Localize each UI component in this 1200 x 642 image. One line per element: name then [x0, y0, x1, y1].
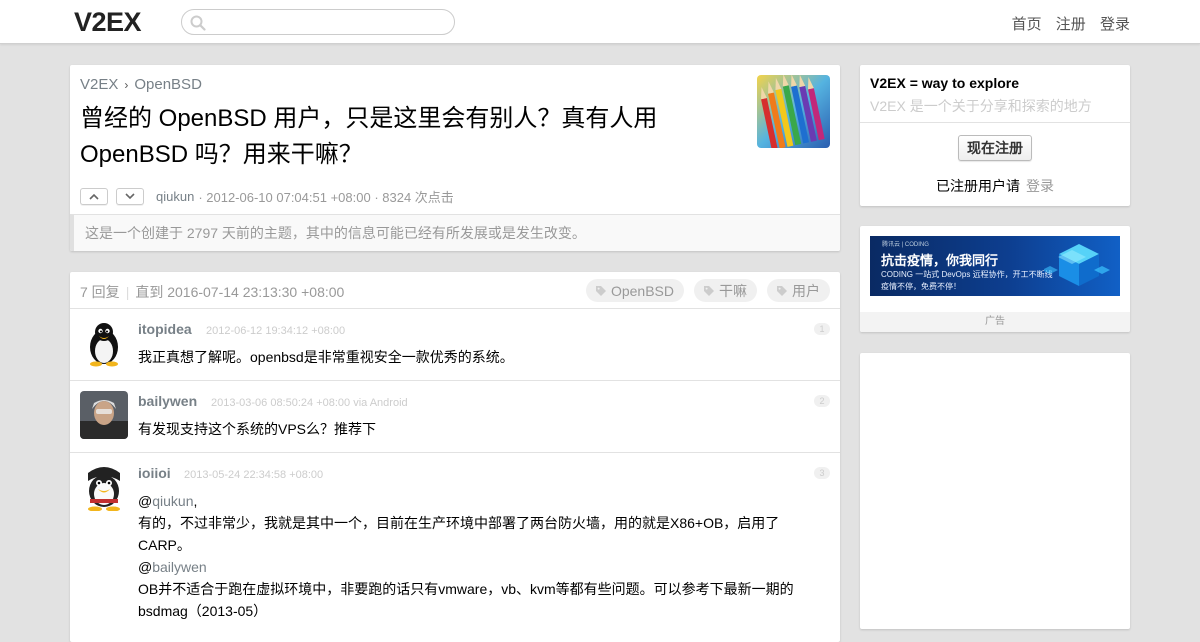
avatar[interactable] [80, 391, 128, 439]
replies-summary: 7 回复 | 直到 2016-07-14 23:13:30 +08:00 [80, 282, 344, 302]
topic-title: 曾经的 OpenBSD 用户，只是这里会有别人？真有人用 OpenBSD 吗？用… [80, 105, 658, 168]
tag-openbsd[interactable]: OpenBSD [585, 279, 684, 302]
welcome-box: V2EX = way to explore V2EX 是一个关于分享和探索的地方… [860, 65, 1130, 206]
ad-headline: 抗击疫情，你我同行 [881, 253, 999, 268]
replies-box: 7 回复 | 直到 2016-07-14 23:13:30 +08:00 OpenB… [70, 272, 840, 642]
colored-pencils-image [757, 75, 830, 148]
login-prompt: 已注册用户请 登录 [860, 176, 1130, 196]
divider: | [125, 284, 130, 300]
tag-label: 用户 [792, 282, 820, 299]
top-bar: V2EX 首页 注册 登录 [0, 0, 1200, 44]
breadcrumb: V2EX › OpenBSD [80, 76, 202, 93]
tag-label: OpenBSD [610, 282, 674, 299]
reply-content: 有发现支持这个系统的VPS么？推荐下 [138, 421, 377, 437]
tag-yonghu[interactable]: 用户 [767, 279, 830, 302]
upvote-button[interactable] [80, 187, 108, 205]
reply-time: 2013-05-24 22:34:58 +08:00 [184, 469, 324, 481]
breadcrumb-separator: › [124, 78, 129, 92]
reply-line: bsdmag（2013-05） [138, 603, 268, 619]
tag-label: 干嘛 [719, 282, 747, 299]
replies-header: 7 回复 | 直到 2016-07-14 23:13:30 +08:00 OpenB… [70, 272, 840, 309]
breadcrumb-node-link[interactable]: OpenBSD [134, 76, 202, 93]
chevron-up-icon [89, 193, 99, 200]
reply-number: 3 [814, 467, 830, 479]
reply-content: @qiukun, 有的，不过非常少，我就是其中一个，目前在生产环境中部署了两台防… [138, 490, 818, 622]
reply-time: 2013-03-06 08:50:24 +08:00 via Android [211, 397, 408, 409]
reply-author-link[interactable]: bailywen [138, 393, 197, 409]
avatar[interactable] [80, 463, 128, 511]
ad-banner[interactable]: 腾讯云 | CODING 抗击疫情，你我同行 CODING 一站式 DevOps… [870, 236, 1120, 296]
mention-link[interactable]: qiukun [152, 493, 193, 509]
tag-icon [704, 285, 714, 296]
ad-label: 广告 [860, 312, 1130, 332]
registered-text: 已注册用户请 [936, 178, 1020, 194]
reply-item: itopidea 2012-06-12 19:34:12 +08:00 1 我正… [70, 309, 840, 381]
divider [860, 122, 1130, 123]
signup-button[interactable]: 现在注册 [958, 135, 1032, 161]
tux-penguin-avatar [80, 319, 128, 367]
reply-item: bailywen 2013-03-06 08:50:24 +08:00 via … [70, 381, 840, 453]
sidebar-empty-box [860, 353, 1130, 629]
breadcrumb-home-link[interactable]: V2EX [80, 76, 118, 93]
reply-line: @bailywen [138, 559, 207, 575]
topic-meta-text: · 2012-06-10 07:04:51 +08:00 · 8324 次点击 [198, 189, 454, 205]
nav-home-link[interactable]: 首页 [1012, 16, 1042, 33]
top-nav: 首页 注册 登录 [1002, 13, 1130, 34]
tag-list: OpenBSD 干嘛 用户 [576, 279, 830, 302]
tag-icon [777, 285, 787, 296]
penguin-cartoon-avatar [80, 463, 128, 511]
logo-link[interactable]: V2EX [74, 7, 142, 37]
reply-content: 我正真想了解呢。openbsd是非常重视安全一款优秀的系统。 [138, 349, 514, 365]
reply-time: 2012-06-12 19:34:12 +08:00 [206, 325, 346, 337]
nav-login-link[interactable]: 登录 [1100, 16, 1130, 33]
ad-box: 腾讯云 | CODING 抗击疫情，你我同行 CODING 一站式 DevOps… [860, 226, 1130, 332]
topic-age-notice: 这是一个创建于 2797 天前的主题，其中的信息可能已经有所发展或是发生改变。 [70, 214, 840, 251]
reply-author-link[interactable]: itopidea [138, 321, 192, 337]
nav-signup-link[interactable]: 注册 [1056, 16, 1086, 33]
reply-line: @qiukun, [138, 493, 198, 509]
reply-line: OB并不适合于跑在虚拟环境中，非要跑的话只有vmware，vb、kvm等都有些问… [138, 581, 794, 597]
reply-line-suffix: , [193, 493, 198, 509]
reply-number: 1 [814, 323, 830, 335]
ad-line: CODING 一站式 DevOps 远程协作，开工不断线 [881, 270, 1053, 279]
tag-icon [595, 285, 606, 296]
site-tagline: V2EX = way to explore [870, 75, 1020, 91]
reply-count: 7 回复 [80, 284, 120, 300]
last-reply-time: 直到 2016-07-14 23:13:30 +08:00 [135, 284, 345, 300]
topic-box: V2EX › OpenBSD 曾经的 OpenBSD 用户，只是这里会有别人？真有人… [70, 65, 840, 251]
topic-author-avatar[interactable] [757, 75, 830, 148]
reply-line: 有的，不过非常少，我就是其中一个，目前在生产环境中部署了两台防火墙，用的就是X8… [138, 515, 780, 531]
chevron-down-icon [125, 192, 135, 199]
tag-ganma[interactable]: 干嘛 [694, 279, 757, 302]
downvote-button[interactable] [116, 187, 144, 205]
reply-line: CARP。 [138, 537, 191, 553]
reply-number: 2 [814, 395, 830, 407]
topic-author-link[interactable]: qiukun [156, 189, 194, 204]
person-photo-avatar [80, 391, 128, 439]
site-description: V2EX 是一个关于分享和探索的地方 [870, 98, 1092, 114]
mention-link[interactable]: bailywen [152, 559, 206, 575]
search-box[interactable] [181, 9, 455, 35]
reply-author-link[interactable]: ioiioi [138, 465, 171, 481]
search-input[interactable] [210, 12, 445, 32]
reply-item: ioiioi 2013-05-24 22:34:58 +08:00 3 @qiu… [70, 453, 840, 642]
topic-meta: qiukun · 2012-06-10 07:04:51 +08:00 · 83… [80, 187, 454, 205]
ad-brand: 腾讯云 | CODING [882, 242, 929, 248]
sidebar-login-link[interactable]: 登录 [1026, 178, 1054, 194]
search-icon [190, 15, 206, 31]
cube-graphic [1044, 244, 1110, 286]
ad-line: 疫情不停，免费不停！ [881, 282, 961, 291]
avatar[interactable] [80, 319, 128, 367]
